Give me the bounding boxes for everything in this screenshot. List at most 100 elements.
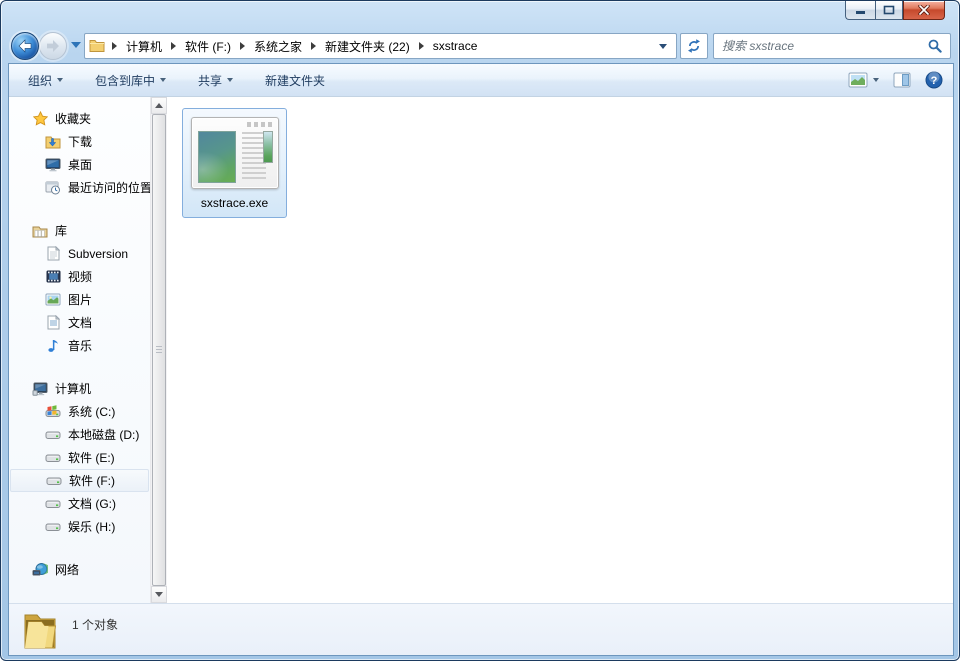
sidebar-section-favorites[interactable]: 收藏夹 [9,107,150,130]
desktop-icon [45,157,61,173]
document-icon [45,246,61,262]
sidebar-item-drive-h[interactable]: 娱乐 (H:) [9,515,150,538]
refresh-button[interactable] [680,33,708,59]
sidebar-item-drive-f[interactable]: 软件 (F:) [10,469,149,492]
breadcrumb-computer[interactable]: 计算机 [124,34,164,59]
new-folder-button[interactable]: 新建文件夹 [256,67,334,94]
item-count-label: 1 个对象 [72,610,118,633]
sidebar-item-downloads[interactable]: 下载 [9,130,150,153]
sidebar-section-network[interactable]: 网络 [9,558,150,581]
breadcrumb-drive-f[interactable]: 软件 (F:) [183,34,233,59]
music-label: 音乐 [68,337,92,354]
scrollbar-grip-icon [156,346,162,353]
navigation-pane: 收藏夹 下载 [9,97,150,603]
breadcrumb-separator-icon [311,42,316,50]
drive-icon [46,473,62,489]
help-button[interactable]: ? [925,71,943,89]
document-icon [45,315,61,331]
sidebar-section-libraries[interactable]: 库 [9,219,150,242]
breadcrumb-separator-icon [419,42,424,50]
change-view-button[interactable] [848,72,879,88]
sidebar-item-documents[interactable]: 文档 [9,311,150,334]
refresh-icon [686,38,702,54]
triangle-down-icon [155,592,163,597]
address-dropdown-button[interactable] [650,34,676,58]
question-mark-icon: ? [925,71,943,89]
libraries-label: 库 [55,222,67,239]
folder-icon [89,38,105,55]
back-button[interactable] [11,32,39,60]
recent-pages-dropdown[interactable] [71,42,81,48]
subversion-label: Subversion [68,247,128,261]
sidebar-item-desktop[interactable]: 桌面 [9,153,150,176]
preview-pane-button[interactable] [893,72,911,88]
toolbar-right-group: ? [848,71,943,89]
sidebar-gap [9,199,150,219]
sidebar-item-drive-d[interactable]: 本地磁盘 (D:) [9,423,150,446]
system-drive-icon [45,404,61,420]
file-name-label: sxstrace.exe [201,196,268,210]
scrollbar-thumb[interactable] [152,114,166,586]
drive-h-label: 娱乐 (H:) [68,518,115,535]
drive-c-label: 系统 (C:) [68,403,115,420]
drive-icon [45,427,61,443]
big-folder-icon [22,610,58,653]
network-icon [32,562,48,578]
sidebar-item-recent-places[interactable]: 最近访问的位置 [9,176,150,199]
views-icon [848,72,868,88]
scroll-down-button[interactable] [151,586,167,603]
chevron-down-icon [659,44,667,49]
breadcrumb-folder-2[interactable]: 新建文件夹 (22) [323,34,412,59]
forward-arrow-icon [45,39,61,53]
navigation-bar: 计算机 软件 (F:) 系统之家 新建文件夹 (22) sxstrace [1,29,959,63]
file-item-sxstrace[interactable]: sxstrace.exe [182,108,287,218]
drive-icon [45,450,61,466]
minimize-button[interactable] [845,1,875,20]
sidebar-section-computer[interactable]: 计算机 [9,377,150,400]
star-icon [32,111,48,127]
recent-places-icon [45,180,61,196]
sidebar-item-drive-g[interactable]: 文档 (G:) [9,492,150,515]
close-button[interactable] [903,1,945,20]
back-arrow-icon [17,39,33,53]
drive-f-label: 软件 (F:) [69,472,115,489]
breadcrumb-folder-1[interactable]: 系统之家 [252,34,304,59]
pictures-label: 图片 [68,291,92,308]
sidebar-item-videos[interactable]: 视频 [9,265,150,288]
sidebar-item-drive-e[interactable]: 软件 (E:) [9,446,150,469]
address-bar[interactable]: 计算机 软件 (F:) 系统之家 新建文件夹 (22) sxstrace [84,33,677,59]
scrollbar-track[interactable] [151,114,167,586]
downloads-label: 下载 [68,133,92,150]
sidebar-gap [9,357,150,377]
breadcrumb-current[interactable]: sxstrace [431,35,480,57]
search-input[interactable] [714,34,920,58]
breadcrumb-separator-icon [240,42,245,50]
maximize-button[interactable] [875,1,903,20]
download-folder-icon [45,134,61,150]
sidebar-item-pictures[interactable]: 图片 [9,288,150,311]
drive-g-label: 文档 (G:) [68,495,116,512]
include-in-library-button[interactable]: 包含到库中 [86,67,175,94]
sidebar-item-drive-c[interactable]: 系统 (C:) [9,400,150,423]
maximize-icon [883,5,895,15]
magnifier-icon [928,39,942,53]
forward-button[interactable] [39,32,67,60]
search-button[interactable] [920,39,950,53]
share-label: 共享 [198,72,222,89]
search-box [713,33,951,59]
drive-icon [45,519,61,535]
file-list-pane[interactable]: sxstrace.exe [167,97,953,603]
sidebar-scrollbar[interactable] [150,97,167,603]
client-area: 组织 包含到库中 共享 新建文件夹 [8,63,954,656]
application-file-icon [191,117,279,189]
include-in-library-label: 包含到库中 [95,72,155,89]
icon-green-pane [198,131,236,183]
organize-button[interactable]: 组织 [19,67,72,94]
share-button[interactable]: 共享 [189,67,242,94]
close-icon [918,5,930,15]
details-pane: 1 个对象 [9,603,953,655]
sidebar-item-music[interactable]: 音乐 [9,334,150,357]
scroll-up-button[interactable] [151,97,167,114]
breadcrumb-separator-icon [112,42,117,50]
sidebar-item-subversion[interactable]: Subversion [9,242,150,265]
